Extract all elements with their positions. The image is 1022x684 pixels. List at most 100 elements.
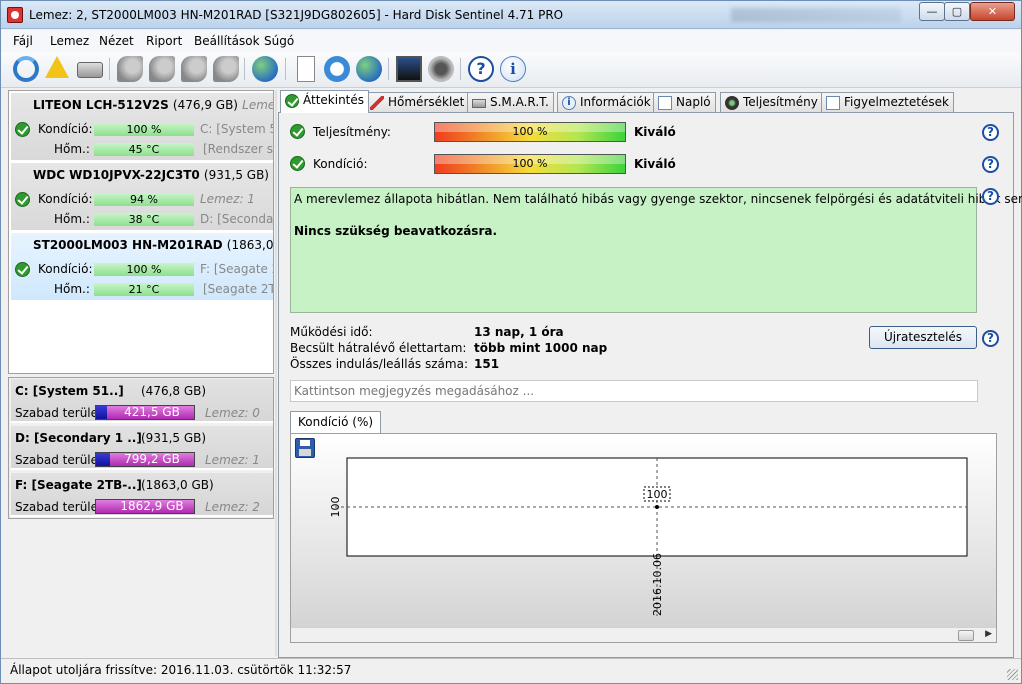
ok-check-icon (15, 122, 30, 137)
menu-disk[interactable]: Lemez (50, 34, 89, 48)
retest-help-icon[interactable]: ? (982, 330, 999, 347)
speaker-icon[interactable] (428, 56, 454, 82)
tab-label: S.M.A.R.T. (490, 95, 549, 109)
note-input[interactable]: Kattintson megjegyzés megadásához ... (290, 380, 978, 402)
ok-check-icon (15, 262, 30, 277)
tab-information[interactable]: i Információk (557, 92, 656, 112)
menu-report[interactable]: Riport (146, 34, 182, 48)
menu-settings[interactable]: Beállítások (194, 34, 260, 48)
scrollbar-thumb[interactable] (958, 630, 974, 641)
tab-temperature[interactable]: Hőmérséklet (365, 92, 470, 112)
menu-help[interactable]: Súgó (264, 34, 294, 48)
disk-title: ST2000LM003 HN-M201RAD (1863,0 GB) Le (33, 238, 273, 252)
pane-splitter[interactable] (275, 90, 277, 656)
tab-performance[interactable]: Teljesítmény (720, 92, 823, 112)
temp-label: Hőm.: (54, 282, 90, 296)
y-tick-label: 100 (329, 497, 342, 518)
minimize-button[interactable]: — (919, 2, 945, 21)
monitor-icon[interactable] (396, 56, 422, 82)
disk-volume: F: [Seagate 2T (200, 262, 273, 276)
test-tool-icon[interactable] (117, 56, 143, 82)
free-space-label: Szabad terület (15, 453, 103, 467)
chart-tab-condition[interactable]: Kondíció (%) (290, 411, 382, 433)
disk-size: (476,9 GB) (172, 98, 238, 112)
tab-smart[interactable]: S.M.A.R.T. (467, 92, 554, 112)
tab-label: Áttekintés (303, 93, 365, 107)
volume-list: C: [System 51..] (476,8 GB) Szabad terül… (8, 377, 274, 519)
free-space-value: 799,2 GB (124, 452, 180, 466)
test-tool-3-icon[interactable] (181, 56, 207, 82)
tab-label: Napló (676, 95, 711, 109)
disk-volume-label: [Rendszer sza (203, 142, 273, 156)
app-icon[interactable] (7, 7, 23, 23)
main-window: Lemez: 2, ST2000LM003 HN-M201RAD [S321J9… (0, 0, 1022, 684)
retest-button[interactable]: Újratesztelés (869, 326, 977, 349)
test-tool-4-icon[interactable] (213, 56, 239, 82)
globe-icon[interactable] (252, 56, 278, 82)
info-icon[interactable]: i (500, 56, 526, 82)
toolbar-separator (244, 58, 245, 80)
tab-strip: Áttekintés Hőmérséklet S.M.A.R.T. i Info… (278, 90, 1015, 113)
scroll-right-arrow-icon[interactable]: ▶ (985, 629, 992, 639)
thermometer-icon (370, 96, 384, 110)
condition-value: 100 % (512, 157, 548, 170)
tab-alerts[interactable]: Figyelmeztetések (821, 92, 954, 112)
document-icon[interactable] (297, 56, 315, 82)
disk-item-2[interactable]: ST2000LM003 HN-M201RAD (1863,0 GB) Le Ko… (11, 233, 273, 301)
resize-grip-icon[interactable] (1007, 669, 1018, 680)
temp-label: Hőm.: (54, 142, 90, 156)
power-on-time-value: 13 nap, 1 óra (474, 325, 564, 339)
tab-label: Figyelmeztetések (844, 95, 949, 109)
temp-bar: 21 °C (94, 283, 194, 296)
disk-volume: C: [System 51 (200, 122, 273, 136)
volume-item-2[interactable]: F: [Seagate 2TB-..] (1863,0 GB) Szabad t… (11, 473, 273, 517)
performance-bar: 100 % (434, 122, 626, 142)
free-space-bar: 1862,9 GB (95, 499, 195, 514)
start-stop-count-label: Összes indulás/leállás száma: (290, 357, 468, 371)
toolbar-separator (109, 58, 110, 80)
condition-bar: 100 % (434, 154, 626, 174)
volume-disk-index: Lemez: 1 (205, 453, 260, 467)
close-button[interactable]: ✕ (970, 2, 1015, 21)
toolbar-separator (388, 58, 389, 80)
tab-overview[interactable]: Áttekintés (280, 90, 370, 113)
volume-item-1[interactable]: D: [Secondary 1 ..] (931,5 GB) Szabad te… (11, 426, 273, 470)
volume-disk-index: Lemez: 2 (205, 500, 260, 514)
title-bar[interactable]: Lemez: 2, ST2000LM003 HN-M201RAD [S321J9… (1, 1, 1021, 29)
condition-ok-icon (290, 156, 305, 171)
sync-icon[interactable] (324, 56, 350, 82)
volume-item-0[interactable]: C: [System 51..] (476,8 GB) Szabad terül… (11, 379, 273, 423)
temp-bar: 45 °C (94, 143, 194, 156)
condition-bar: 94 % (94, 193, 194, 206)
volume-disk-index: Lemez: 0 (205, 406, 260, 420)
condition-bar: 100 % (94, 123, 194, 136)
disk-title: LITEON LCH-512V2S (476,9 GB) Lemez: 0 (33, 98, 273, 112)
update-icon[interactable] (356, 56, 382, 82)
help-icon[interactable]: ? (468, 56, 494, 82)
tab-label: Információk (580, 95, 651, 109)
menu-file[interactable]: Fájl (13, 34, 33, 48)
condition-chart: 100 100 2016.10.06 ▶ (290, 433, 997, 643)
refresh-icon[interactable] (13, 56, 39, 82)
disk-icon (472, 99, 486, 108)
condition-help-icon[interactable]: ? (982, 156, 999, 173)
disk-item-0[interactable]: LITEON LCH-512V2S (476,9 GB) Lemez: 0 Ko… (11, 93, 273, 161)
disk-icon[interactable] (77, 62, 103, 78)
status-bar: Állapot utoljára frissítve: 2016.11.03. … (1, 658, 1021, 683)
performance-help-icon[interactable]: ? (982, 124, 999, 141)
menu-view[interactable]: Nézet (99, 34, 134, 48)
maximize-button[interactable]: ▢ (944, 2, 970, 21)
chart-horizontal-scrollbar[interactable]: ▶ (291, 627, 996, 642)
tab-log[interactable]: Napló (653, 92, 716, 112)
status-action: Nincs szükség beavatkozásra. (294, 224, 498, 238)
temp-label: Hőm.: (54, 212, 90, 226)
test-tool-2-icon[interactable] (149, 56, 175, 82)
blurred-title-area (731, 8, 901, 22)
detail-pane: Áttekintés Hőmérséklet S.M.A.R.T. i Info… (278, 90, 1022, 658)
data-label: 100 (647, 488, 668, 501)
alert-icon[interactable] (45, 56, 69, 78)
disk-item-1[interactable]: WDC WD10JPVX-22JC3T0 (931,5 GB) Kondíció… (11, 163, 273, 231)
data-point[interactable] (655, 505, 659, 509)
condition-label: Kondíció: (38, 262, 93, 276)
status-help-icon[interactable]: ? (982, 188, 999, 205)
